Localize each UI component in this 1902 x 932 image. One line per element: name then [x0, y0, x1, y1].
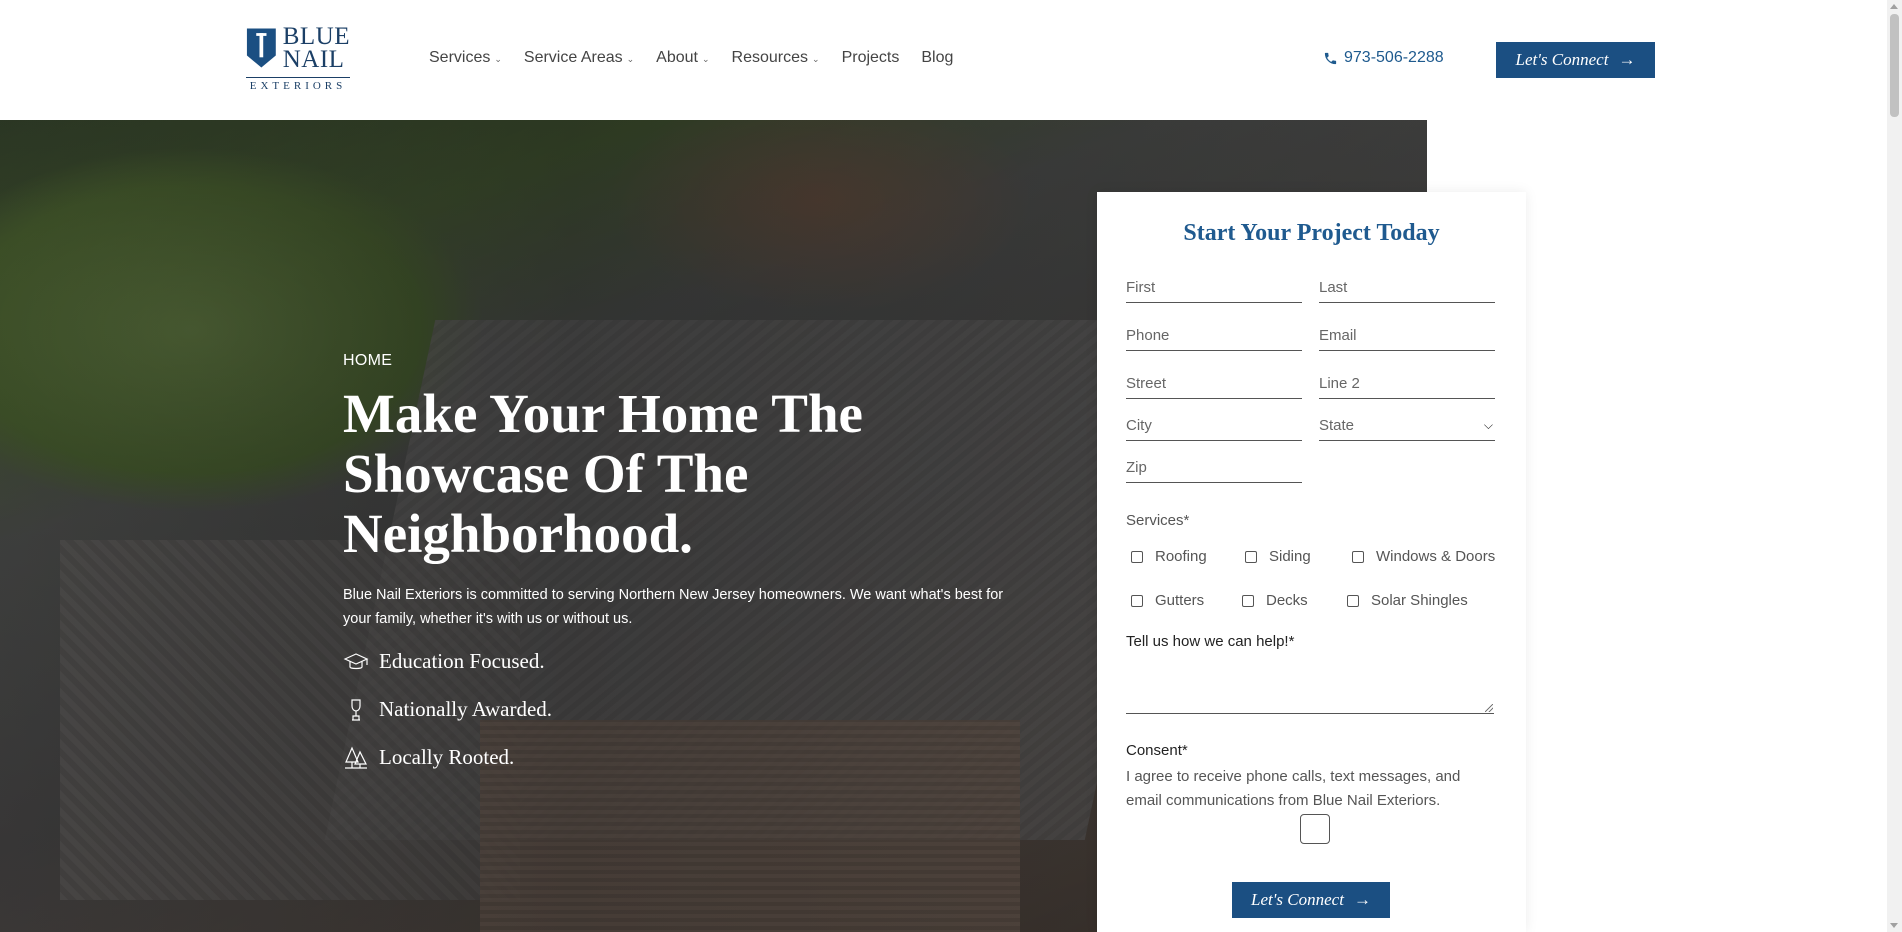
line2-field[interactable]: Line 2	[1319, 371, 1495, 399]
services-label: Services*	[1126, 512, 1190, 529]
consent-label: Consent*	[1126, 742, 1188, 759]
field-placeholder: City	[1126, 417, 1152, 434]
phone-field[interactable]: Phone	[1126, 323, 1302, 351]
checkbox[interactable]	[1131, 550, 1143, 563]
scroll-up-icon[interactable]	[1890, 4, 1898, 9]
checkbox-label: Windows & Doors	[1376, 548, 1496, 565]
nav-item-label: About	[656, 49, 698, 66]
field-placeholder: Street	[1126, 375, 1167, 392]
phone-number: 973-506-2288	[1344, 49, 1444, 66]
checkbox-label: Solar Shingles	[1371, 592, 1468, 609]
phone-link[interactable]: 973-506-2288	[1323, 49, 1444, 67]
trees-icon	[345, 745, 367, 769]
project-form: Start Your Project Today First Last Phon…	[1097, 192, 1526, 932]
service-checkbox-roofing[interactable]: Roofing	[1131, 548, 1207, 565]
hero-headline: Make Your Home The Showcase Of The Neigh…	[343, 383, 863, 564]
feature-item: Education Focused.	[343, 647, 552, 676]
state-select[interactable]: State ⌵	[1319, 413, 1495, 441]
chevron-down-icon: ⌄	[701, 53, 710, 64]
header-lets-connect-button[interactable]: Let's Connect →	[1496, 42, 1655, 78]
last-name-field[interactable]: Last	[1319, 275, 1495, 303]
chevron-down-icon: ⌵	[1483, 418, 1493, 432]
feature-list: Education Focused. Nationally Awarded. L…	[343, 647, 552, 772]
feature-item: Nationally Awarded.	[343, 695, 552, 724]
page-scrollbar[interactable]	[1887, 0, 1902, 932]
zip-field[interactable]: Zip	[1126, 455, 1302, 483]
arrow-right-icon: →	[1353, 890, 1371, 909]
site-header: BLUE NAIL EXTERIORS Services ⌄ Service A…	[0, 0, 1887, 120]
button-label: Let's Connect	[1515, 50, 1609, 69]
email-field[interactable]: Email	[1319, 323, 1495, 351]
service-checkbox-windows-doors[interactable]: Windows & Doors	[1352, 548, 1495, 565]
main-nav: Services ⌄ Service Areas ⌄ About ⌄ Resou…	[429, 49, 953, 67]
logo-word-nail: NAIL	[282, 46, 345, 73]
feature-label: Nationally Awarded.	[379, 697, 553, 721]
help-textarea[interactable]	[1126, 658, 1494, 714]
nav-item-label: Resources	[731, 49, 809, 66]
resize-handle-icon[interactable]	[1485, 704, 1493, 712]
help-label: Tell us how we can help!*	[1126, 633, 1295, 650]
breadcrumb[interactable]: HOME	[343, 352, 392, 370]
checkbox[interactable]	[1347, 594, 1359, 607]
nav-item-blog[interactable]: Blog	[921, 49, 953, 67]
nav-item-label: Service Areas	[523, 49, 623, 66]
chevron-down-icon: ⌄	[812, 53, 820, 64]
consent-checkbox[interactable]	[1300, 814, 1330, 844]
consent-text: I agree to receive phone calls, text mes…	[1126, 768, 1461, 809]
button-label: Let's Connect	[1251, 890, 1344, 909]
scroll-down-icon[interactable]	[1890, 923, 1898, 928]
checkbox[interactable]	[1242, 594, 1254, 607]
hero-intro: Blue Nail Exteriors is committed to serv…	[343, 587, 1004, 627]
checkbox-label: Gutters	[1155, 592, 1205, 609]
arrow-right-icon: →	[1618, 50, 1636, 69]
nav-item-services[interactable]: Services ⌄	[429, 49, 502, 67]
form-title: Start Your Project Today	[1183, 220, 1440, 246]
checkbox[interactable]	[1352, 550, 1364, 563]
city-field[interactable]: City	[1126, 413, 1302, 441]
field-placeholder: First	[1126, 279, 1156, 296]
nav-item-resources[interactable]: Resources ⌄	[732, 49, 820, 67]
first-name-field[interactable]: First	[1126, 275, 1302, 303]
field-placeholder: Line 2	[1319, 375, 1360, 392]
checkbox-label: Decks	[1266, 592, 1308, 609]
checkbox-label: Siding	[1269, 548, 1311, 565]
chevron-down-icon: ⌄	[494, 53, 502, 64]
nav-item-label: Services	[429, 49, 491, 66]
feature-label: Locally Rooted.	[379, 745, 515, 769]
field-placeholder: State	[1319, 417, 1355, 434]
scrollbar-thumb[interactable]	[1890, 14, 1899, 117]
graduation-cap-icon	[343, 652, 369, 669]
nav-item-service-areas[interactable]: Service Areas ⌄	[524, 49, 634, 67]
blue-nail-logo[interactable]: BLUE NAIL EXTERIORS	[246, 23, 350, 92]
checkbox[interactable]	[1245, 550, 1257, 563]
street-field[interactable]: Street	[1126, 371, 1302, 399]
logo-word-exteriors: EXTERIORS	[246, 77, 350, 92]
service-checkbox-solar-shingles[interactable]: Solar Shingles	[1347, 592, 1468, 609]
field-placeholder: Phone	[1126, 327, 1170, 344]
field-placeholder: Last	[1319, 279, 1348, 296]
feature-label: Education Focused.	[379, 649, 545, 673]
submit-lets-connect-button[interactable]: Let's Connect →	[1232, 882, 1390, 918]
chevron-down-icon: ⌄	[626, 53, 635, 64]
checkbox[interactable]	[1131, 594, 1143, 607]
nav-item-label: Blog	[921, 49, 954, 66]
trophy-icon	[351, 698, 361, 721]
service-checkbox-gutters[interactable]: Gutters	[1131, 592, 1204, 609]
field-placeholder: Zip	[1126, 459, 1147, 476]
nav-item-projects[interactable]: Projects	[842, 49, 900, 67]
shield-logo-icon	[246, 28, 276, 68]
service-checkbox-siding[interactable]: Siding	[1245, 548, 1311, 565]
service-checkbox-decks[interactable]: Decks	[1242, 592, 1308, 609]
checkbox-label: Roofing	[1155, 548, 1207, 565]
nav-item-about[interactable]: About ⌄	[656, 49, 709, 67]
logo-word-blue: BLUE	[282, 23, 350, 50]
phone-icon	[1324, 52, 1337, 64]
field-placeholder: Email	[1319, 327, 1357, 344]
nav-item-label: Projects	[841, 49, 900, 66]
feature-item: Locally Rooted.	[343, 743, 552, 772]
